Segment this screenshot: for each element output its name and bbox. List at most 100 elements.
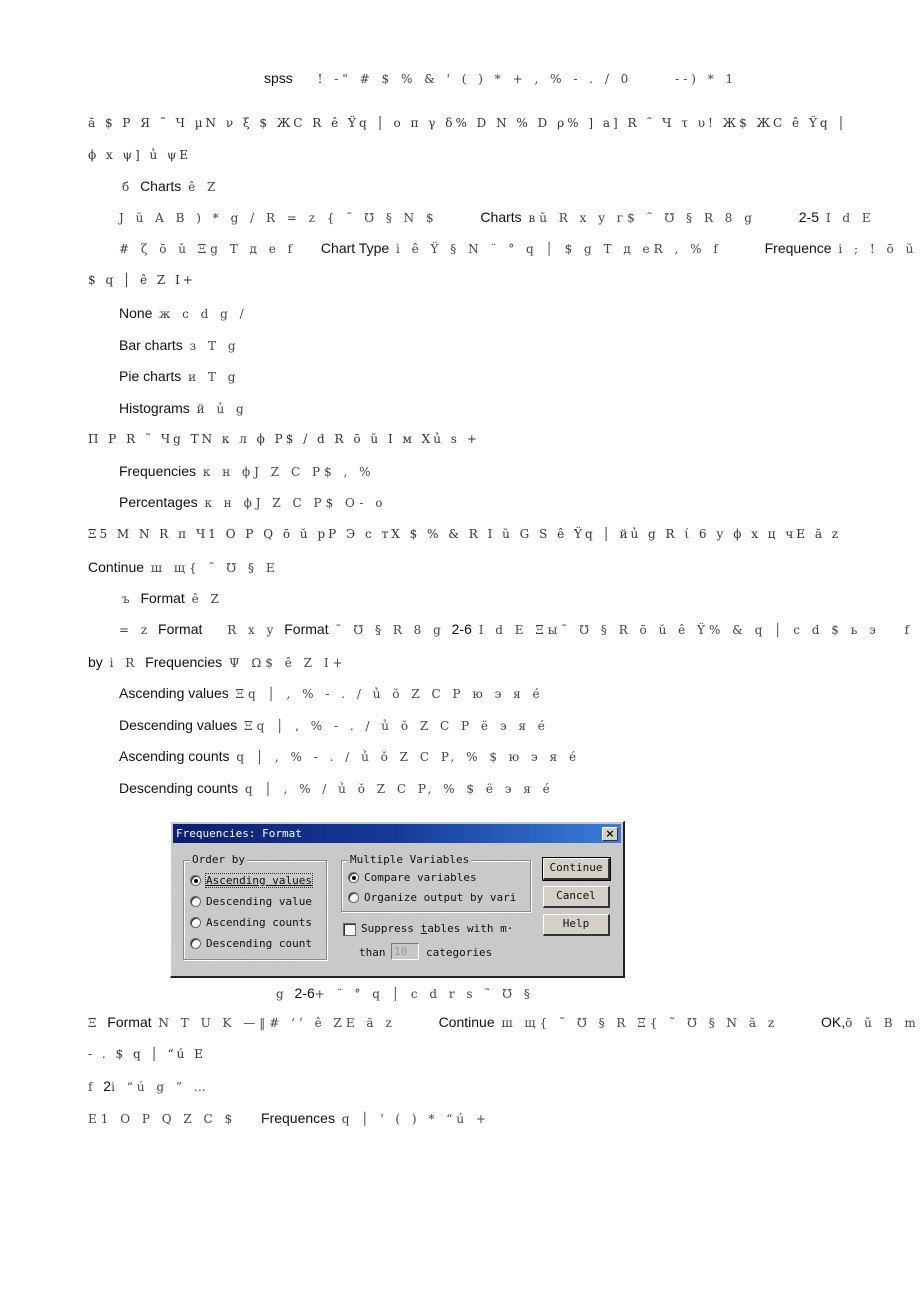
heading-text: Format xyxy=(140,590,185,606)
text-run: Ξ xyxy=(88,1016,101,1030)
chart-type-line2: $ q │ ê Z I+ xyxy=(88,273,196,287)
option-name: Ascending counts xyxy=(119,748,230,764)
multiple-variables-group: Multiple Variables Compare variables Org… xyxy=(341,853,531,912)
order-option: Ascending counts q │ , % - . / ủ ŏ Z C P… xyxy=(119,748,580,764)
radio-ascending-counts[interactable]: Ascending counts xyxy=(190,913,312,931)
option-desc: ж c d g / xyxy=(159,307,248,321)
radio-icon[interactable] xyxy=(190,937,201,949)
chart-option: Bar charts з T g xyxy=(119,337,240,353)
text-run: E1 O P Q Z C $ xyxy=(88,1112,237,1126)
text-run: q │ ' ( ) * “ú + xyxy=(341,1112,490,1126)
suppress-tables-checkbox[interactable] xyxy=(343,923,356,936)
radio-icon[interactable] xyxy=(190,916,201,928)
categories-label: categories xyxy=(426,946,493,959)
cancel-button[interactable]: Cancel xyxy=(543,886,610,908)
charts-heading: б Charts ê Z xyxy=(122,178,219,194)
text-run: J ŭ A B ) * g / R = z { ˜ ℧ § N $ xyxy=(119,211,438,225)
text-run: + ¨ ° q │ c d r s ˜ ℧ § xyxy=(314,987,534,1001)
text-run: I d E Ξы˜ ℧ § R ō ŭ ê Ϋ% & q │ c d $ ь э xyxy=(478,623,880,637)
than-label: than xyxy=(359,946,386,959)
suppress-tables-label: Suppress tables with m· xyxy=(361,922,513,935)
order-option: Ascending values Ξq │ , % - . / ủ ŏ Z C … xyxy=(119,685,544,701)
text-run: g xyxy=(276,987,288,1001)
radio-label: Organize output by vari xyxy=(364,890,517,904)
option-desc: з T g xyxy=(189,339,240,353)
option-name: Descending counts xyxy=(119,780,239,796)
text-run: f xyxy=(904,623,914,637)
chart-value-option: Percentages к н ϕJ Z C P$ O- о xyxy=(119,494,386,510)
option-name: Descending values xyxy=(119,717,238,733)
text-run: ō ŭ B m к% xyxy=(845,1016,920,1030)
text-run: Ψ Ω$ ê Z I+ xyxy=(229,656,347,670)
continue-line: Continue ш щ{ ˜ ℧ § E xyxy=(88,559,279,575)
max-categories-input[interactable]: 10 xyxy=(391,943,419,960)
option-desc: к н ϕJ Z C P$ O- о xyxy=(204,496,387,510)
text-run: Chart Type xyxy=(320,240,390,256)
text-run: f xyxy=(88,1080,97,1094)
heading-suffix: ê Z xyxy=(191,592,223,606)
radio-icon[interactable] xyxy=(348,891,359,903)
text-run: i “ú g ” … xyxy=(111,1080,210,1094)
text-run: Continue xyxy=(438,1014,495,1030)
radio-icon[interactable] xyxy=(190,895,201,907)
radio-organize-output[interactable]: Organize output by vari xyxy=(348,888,516,906)
order-option: Descending counts q │ , % / ủ ŏ Z C P, %… xyxy=(119,780,554,796)
after-figure-line2: - . $ q │ “ú E xyxy=(88,1047,206,1061)
option-desc: q │ , % - . / ủ ŏ Z C P, % $ ю э я é xyxy=(236,750,581,764)
option-desc: к н ϕJ Z C P$ , % xyxy=(202,465,375,479)
radio-selected-icon[interactable] xyxy=(190,874,201,886)
figure-ref: 2-6 xyxy=(451,621,472,637)
radio-compare-variables[interactable]: Compare variables xyxy=(348,868,477,886)
charts-intro: J ŭ A B ) * g / R = z { ˜ ℧ § N $ Charts… xyxy=(119,209,875,225)
label-part: Suppress xyxy=(361,922,421,935)
format-heading: ъ Format ê Z xyxy=(122,590,223,606)
format-intro-2: by i R Frequencies Ψ Ω$ ê Z I+ xyxy=(88,654,347,670)
text-run: Continue xyxy=(88,559,145,575)
text-run: i ; ! ō ŭ Ψ Ω xyxy=(838,242,920,256)
text-run: by xyxy=(88,654,103,670)
radio-label: Compare variables xyxy=(364,870,477,884)
chart-option: Pie charts и T g xyxy=(119,368,239,384)
text-run: R x y xyxy=(227,623,278,637)
heading-suffix: ê Z xyxy=(188,180,220,194)
histogram-line: Ξ5 M N R п Ч1 O P Q ō ŭ pP Э c тX $ % & … xyxy=(88,527,842,541)
section-2-heading: f 2i “ú g ” … xyxy=(88,1078,210,1094)
order-by-label: Order by xyxy=(190,853,247,867)
text-run: = z xyxy=(119,623,152,637)
radio-selected-icon[interactable] xyxy=(348,871,359,883)
format-intro: = z Format R x y Format ˜ ℧ § R 8 g 2-6 … xyxy=(119,621,920,637)
radio-label: Ascending values xyxy=(205,872,313,888)
text-run: Frequence xyxy=(764,240,832,256)
text-run: Charts xyxy=(480,209,522,225)
radio-ascending-values[interactable]: Ascending values xyxy=(190,871,313,889)
text-run: Format xyxy=(158,621,203,637)
text-run: вŭ R x y г$ ˜ ℧ § R 8 g xyxy=(528,211,756,225)
option-name: Percentages xyxy=(119,494,198,510)
doc-title: spss ! -" # $ % & ' ( ) * + , % - . / 0 … xyxy=(264,70,737,86)
heading-prefix: ъ xyxy=(122,592,134,606)
option-name: Bar charts xyxy=(119,337,183,353)
option-name: Frequencies xyxy=(119,463,197,479)
option-name: None xyxy=(119,305,153,321)
frequencies-format-dialog: Frequencies: Format × Order by Ascending… xyxy=(170,821,625,978)
doc-title-en: spss xyxy=(264,70,293,86)
text-run: i ê Ϋ § N ¨ ° q │ $ g T д eR , % f xyxy=(395,242,722,256)
text-run: ш щ{ ˜ ℧ § E xyxy=(150,561,279,575)
option-desc: й ủ g xyxy=(196,402,248,416)
text-run: ˜ ℧ § R 8 g xyxy=(335,623,445,637)
text-run: ш щ{ ˜ ℧ § R Ξ{ ˜ ℧ § N ă z xyxy=(501,1016,779,1030)
radio-descending-counts[interactable]: Descending count xyxy=(190,934,312,952)
text-run: N T U K —‖# ‘’ ê ZE ă z xyxy=(158,1016,396,1030)
radio-label: Descending value xyxy=(206,894,312,908)
doc-title-garbled: ! -" # $ % & ' ( ) * + , % - . / 0 xyxy=(317,72,633,86)
last-line: E1 O P Q Z C $ Frequences q │ ' ( ) * “ú… xyxy=(88,1110,490,1126)
help-button[interactable]: Help xyxy=(543,914,610,936)
text-run: Frequences xyxy=(261,1110,335,1126)
radio-descending-values[interactable]: Descending value xyxy=(190,892,312,910)
close-icon[interactable]: × xyxy=(602,827,618,841)
heading-text: Charts xyxy=(140,178,182,194)
para1-line1: ă $ P Я ˜ Ч µN ν ξ $ ЖC R ê Ϋq │ ο π γ δ… xyxy=(88,116,848,130)
continue-button[interactable]: Continue xyxy=(542,857,611,881)
section-number: 2 xyxy=(103,1078,112,1094)
text-run: Format xyxy=(284,621,329,637)
